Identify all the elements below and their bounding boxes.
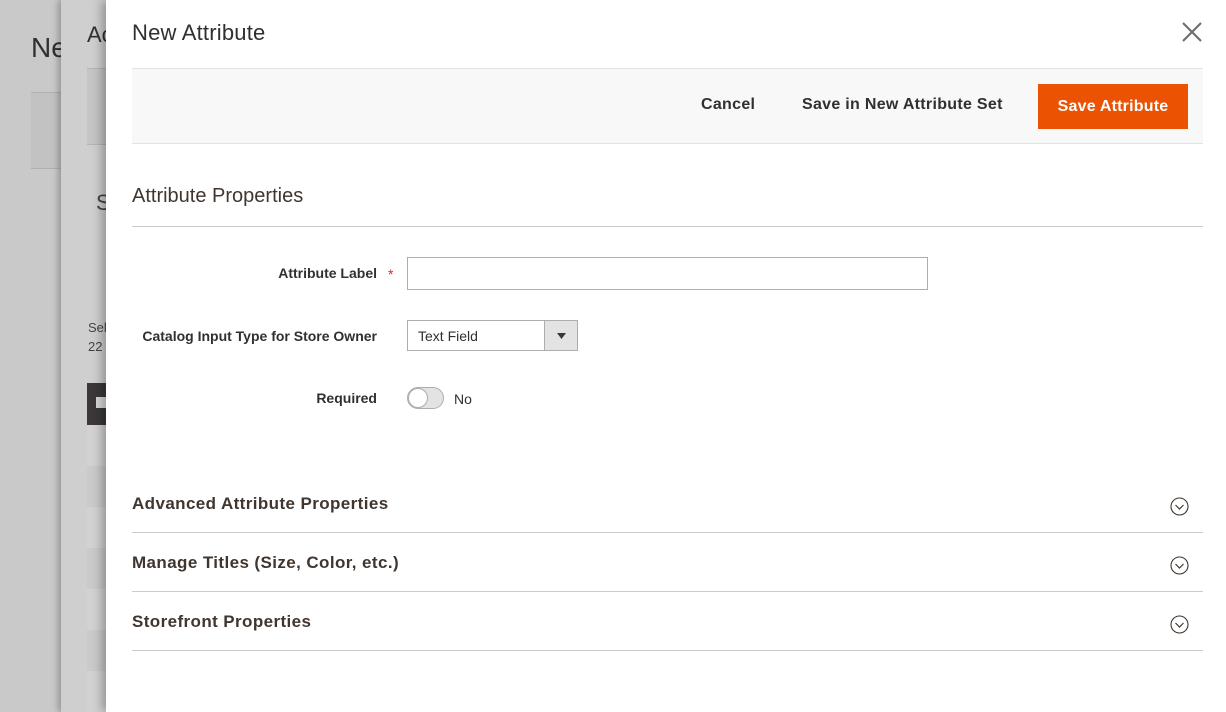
input-type-select[interactable]: Text Field [407, 320, 578, 351]
select-toggle [544, 321, 577, 350]
modal-title: New Attribute [132, 20, 266, 45]
save-attribute-button[interactable]: Save Attribute [1038, 84, 1188, 129]
background-grid-row [87, 507, 107, 548]
storefront-properties-section[interactable]: Storefront Properties [132, 592, 1203, 651]
chevron-down-circle-icon [1170, 615, 1189, 634]
close-button[interactable] [1176, 18, 1206, 48]
background-grid-row [87, 466, 107, 507]
collapsible-title: Manage Titles (Size, Color, etc.) [132, 553, 400, 572]
section-divider [132, 226, 1203, 227]
toggle-knob [408, 388, 428, 408]
collapsible-title: Storefront Properties [132, 612, 312, 631]
save-in-new-attribute-set-button[interactable]: Save in New Attribute Set [802, 96, 1003, 114]
background-grid-row [87, 548, 107, 589]
attribute-label-input[interactable] [407, 257, 928, 290]
collapsible-title: Advanced Attribute Properties [132, 494, 389, 513]
chevron-down-circle-icon [1170, 497, 1189, 516]
chevron-down-circle-icon [1170, 556, 1189, 575]
required-toggle-state: No [454, 391, 472, 407]
required-toggle[interactable] [407, 387, 444, 409]
new-attribute-modal: New Attribute Cancel Save in New Attribu… [106, 0, 1226, 712]
cancel-button[interactable]: Cancel [701, 96, 755, 114]
background-panel-text: Sel [88, 320, 107, 335]
background-grid-row [87, 630, 107, 671]
modal-toolbar: Cancel Save in New Attribute Set Save At… [132, 68, 1203, 144]
input-type-label: Catalog Input Type for Store Owner [142, 328, 377, 344]
background-grid-header [87, 383, 107, 425]
manage-titles-section[interactable]: Manage Titles (Size, Color, etc.) [132, 533, 1203, 592]
background-grid-row [87, 589, 107, 630]
attribute-label-label: Attribute Label [278, 265, 377, 281]
background-panel-text: 22 [88, 339, 103, 354]
background-grid-row [87, 671, 107, 712]
input-type-selected-value: Text Field [418, 328, 478, 344]
background-grid-row [87, 425, 107, 466]
triangle-down-icon [557, 333, 566, 339]
required-label: Required [316, 390, 377, 406]
advanced-attribute-properties-section[interactable]: Advanced Attribute Properties [132, 474, 1203, 533]
close-icon [1182, 22, 1202, 42]
section-title: Attribute Properties [132, 185, 304, 207]
required-marker: * [388, 266, 394, 282]
